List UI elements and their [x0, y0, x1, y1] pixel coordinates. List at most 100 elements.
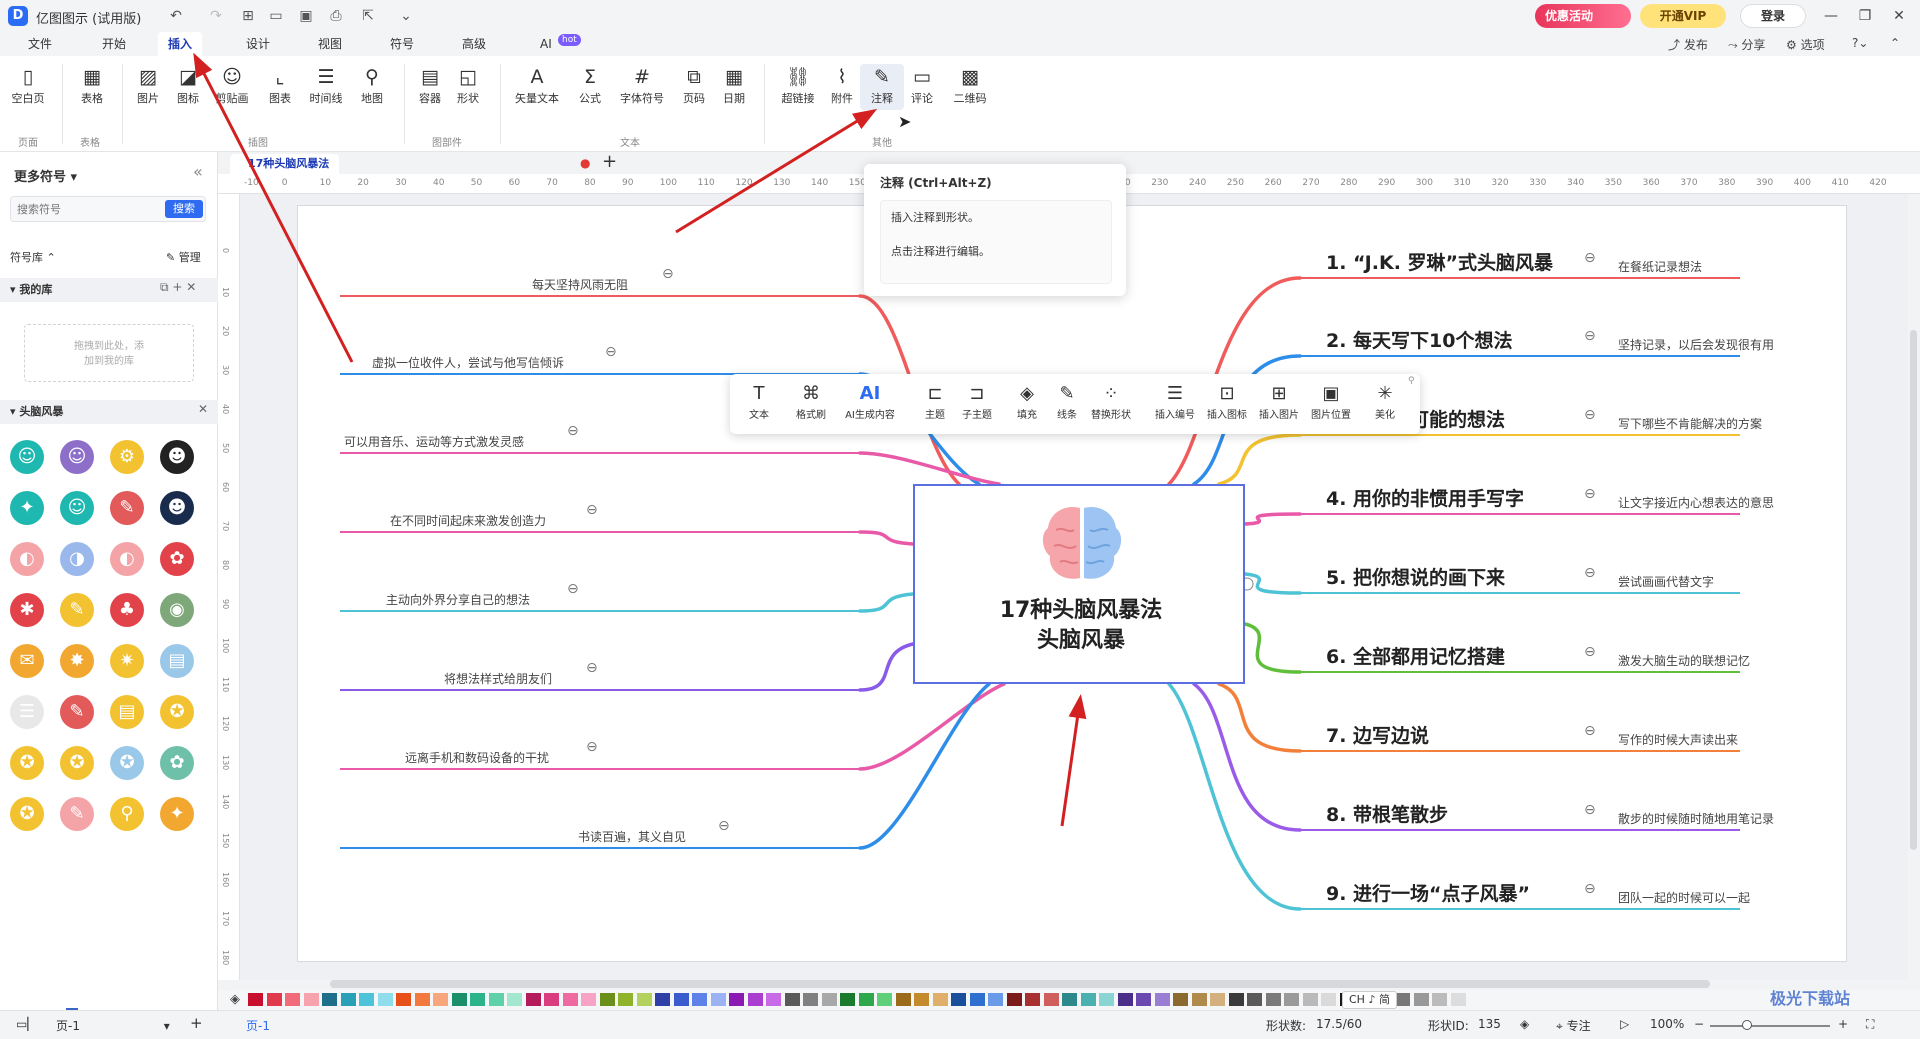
- collapse-branch-icon[interactable]: ⊖: [662, 266, 674, 282]
- color-swatch[interactable]: [562, 993, 578, 1006]
- color-swatch[interactable]: [877, 993, 892, 1006]
- color-swatch[interactable]: [414, 993, 430, 1006]
- color-swatch[interactable]: [803, 993, 818, 1006]
- color-swatch[interactable]: [1228, 993, 1244, 1006]
- color-swatch[interactable]: [581, 993, 596, 1006]
- fb-line-button[interactable]: ✎ 线条: [1042, 382, 1092, 421]
- color-swatch[interactable]: [359, 993, 374, 1006]
- fb-picture-position-button[interactable]: ▣ 图片位置: [1306, 382, 1356, 421]
- vertical-scrollbar[interactable]: [1910, 330, 1917, 850]
- color-swatch[interactable]: [599, 993, 615, 1006]
- color-swatch[interactable]: [525, 993, 541, 1006]
- color-swatch[interactable]: [766, 993, 781, 1006]
- branch-topic[interactable]: 5. 把你想说的画下来: [1326, 563, 1505, 590]
- branch-topic[interactable]: 2. 每天写下10个想法: [1326, 326, 1513, 353]
- color-swatch[interactable]: [858, 993, 874, 1006]
- color-swatch[interactable]: [636, 993, 652, 1006]
- color-swatch[interactable]: [1099, 993, 1114, 1006]
- fb-subtopic-button[interactable]: ⊐ 子主题: [952, 382, 1002, 421]
- color-swatch[interactable]: [377, 993, 393, 1006]
- color-swatch[interactable]: [1154, 993, 1170, 1006]
- color-swatch[interactable]: [1265, 993, 1281, 1006]
- color-swatch[interactable]: [1247, 993, 1262, 1006]
- pin-icon[interactable]: ⚲: [1408, 376, 1415, 386]
- color-swatch[interactable]: [1025, 993, 1040, 1006]
- color-swatch[interactable]: [488, 993, 504, 1006]
- color-swatch[interactable]: [673, 993, 689, 1006]
- color-swatch[interactable]: [747, 993, 763, 1006]
- color-swatch[interactable]: [470, 993, 485, 1006]
- color-swatch[interactable]: [655, 993, 670, 1006]
- color-swatch[interactable]: [266, 993, 282, 1006]
- fb-format-painter-button[interactable]: ⌘ 格式刷: [786, 382, 836, 421]
- color-swatch[interactable]: [322, 993, 337, 1006]
- color-swatch[interactable]: [1062, 993, 1077, 1006]
- fb-insert-number-button[interactable]: ☰ 插入编号: [1150, 382, 1200, 421]
- collapse-branch-icon[interactable]: ⊖: [1584, 407, 1596, 423]
- color-swatch[interactable]: [340, 993, 356, 1006]
- page-layout-icon[interactable]: ▭▏: [16, 1017, 37, 1031]
- collapse-branch-icon[interactable]: ⊖: [1584, 802, 1596, 818]
- collapse-branch-icon[interactable]: ⊖: [1584, 328, 1596, 344]
- color-swatch[interactable]: [507, 993, 522, 1006]
- color-swatch[interactable]: [1284, 993, 1299, 1006]
- color-swatch[interactable]: [969, 993, 985, 1006]
- color-swatch[interactable]: [285, 993, 300, 1006]
- collapse-branch-icon[interactable]: ⊖: [605, 344, 617, 360]
- color-swatch[interactable]: [1302, 993, 1318, 1006]
- fb-insert-icon-button[interactable]: ⊡ 插入图标: [1202, 382, 1252, 421]
- color-swatch[interactable]: [692, 993, 707, 1006]
- color-swatch[interactable]: [1413, 993, 1429, 1006]
- color-swatch[interactable]: [303, 993, 319, 1006]
- fb-text-button[interactable]: T 文本: [734, 382, 784, 421]
- color-swatch[interactable]: [932, 993, 948, 1006]
- color-swatch[interactable]: [396, 993, 411, 1006]
- zoom-in-icon[interactable]: +: [1838, 1017, 1848, 1031]
- color-swatch[interactable]: [729, 993, 744, 1006]
- color-swatch[interactable]: [1210, 993, 1225, 1006]
- color-swatch[interactable]: [1432, 993, 1447, 1006]
- color-swatch[interactable]: [1117, 993, 1133, 1006]
- color-swatch[interactable]: [1395, 993, 1410, 1006]
- fb-beautify-button[interactable]: ✳ 美化: [1360, 382, 1410, 421]
- zoom-level[interactable]: 100%: [1650, 1017, 1684, 1031]
- zoom-slider[interactable]: [1710, 1025, 1830, 1027]
- branch-topic[interactable]: 9. 进行一场“点子风暴”: [1326, 879, 1530, 906]
- branch-topic[interactable]: 6. 全部都用记忆搭建: [1326, 642, 1505, 669]
- collapse-branch-icon[interactable]: ⊖: [567, 423, 579, 439]
- color-swatch[interactable]: [1006, 993, 1022, 1006]
- color-swatch[interactable]: [821, 993, 837, 1006]
- fb-insert-picture-button[interactable]: ⊞ 插入图片: [1254, 382, 1304, 421]
- add-page-icon[interactable]: +: [190, 1014, 203, 1032]
- color-swatch[interactable]: [914, 993, 929, 1006]
- ime-indicator[interactable]: CH ♪ 简: [1342, 991, 1397, 1009]
- collapse-branch-icon[interactable]: ⊖: [586, 660, 598, 676]
- color-swatch[interactable]: [433, 993, 448, 1006]
- page-selector[interactable]: 页-1 ▾: [56, 1017, 170, 1034]
- color-swatch[interactable]: [784, 993, 800, 1006]
- color-swatch[interactable]: [618, 993, 633, 1006]
- fill-bucket-icon[interactable]: ◈: [230, 992, 240, 1007]
- collapse-branch-icon[interactable]: ⊖: [586, 739, 598, 755]
- color-swatch[interactable]: [1080, 993, 1096, 1006]
- page-tab[interactable]: 页-1: [246, 1017, 270, 1034]
- color-swatch[interactable]: [1136, 993, 1151, 1006]
- color-swatch[interactable]: [248, 993, 263, 1006]
- color-swatch[interactable]: [840, 993, 855, 1006]
- zoom-out-icon[interactable]: −: [1694, 1017, 1704, 1031]
- color-swatch[interactable]: [451, 993, 467, 1006]
- color-swatch[interactable]: [710, 993, 726, 1006]
- central-topic[interactable]: 17种头脑风暴法 头脑风暴: [913, 484, 1245, 684]
- collapse-branch-icon[interactable]: ⊖: [1584, 565, 1596, 581]
- color-swatch[interactable]: [1450, 993, 1466, 1006]
- collapse-branch-icon[interactable]: ⊖: [586, 502, 598, 518]
- color-swatch[interactable]: [1173, 993, 1188, 1006]
- color-swatch[interactable]: [951, 993, 966, 1006]
- collapse-branch-icon[interactable]: ⊖: [1584, 723, 1596, 739]
- color-swatch[interactable]: [895, 993, 911, 1006]
- branch-topic[interactable]: 1. “J.K. 罗琳”式头脑风暴: [1326, 248, 1553, 275]
- fb-replace-shape-button[interactable]: ⁘ 替换形状: [1086, 382, 1136, 421]
- layers-icon[interactable]: ◈: [1520, 1017, 1529, 1031]
- collapse-branch-icon[interactable]: ⊖: [1584, 250, 1596, 266]
- collapse-branch-icon[interactable]: ⊖: [1584, 881, 1596, 897]
